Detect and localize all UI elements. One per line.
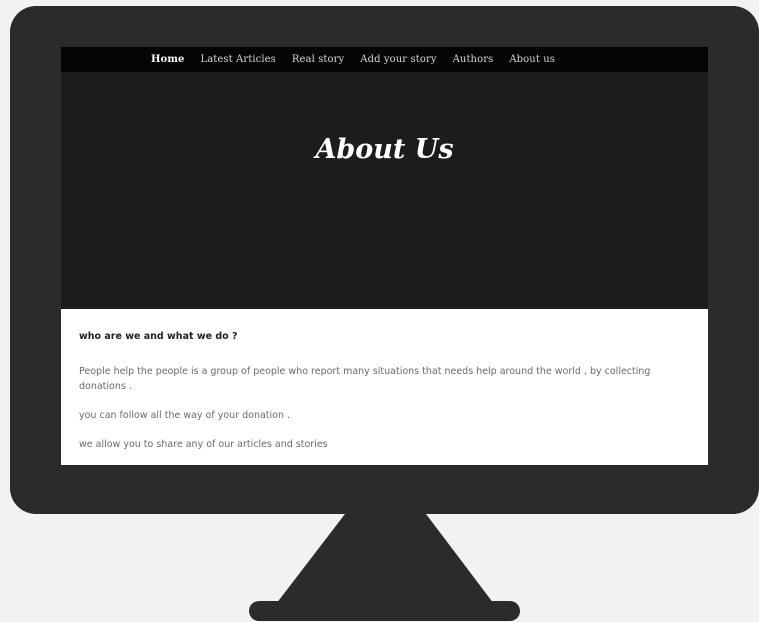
monitor-stand-base — [249, 601, 520, 621]
top-navbar: Home Latest Articles Real story Add your… — [61, 47, 708, 72]
content-paragraph-1: People help the people is a group of peo… — [79, 366, 651, 392]
about-content: who are we and what we do ? People help … — [79, 331, 691, 465]
nav-add-your-story[interactable]: Add your story — [360, 54, 436, 65]
nav-latest-articles[interactable]: Latest Articles — [200, 54, 275, 65]
monitor-screen: Home Latest Articles Real story Add your… — [61, 47, 708, 465]
content-heading: who are we and what we do ? — [79, 331, 238, 342]
hero-banner: About Us — [61, 72, 708, 309]
content-paragraph-2: you can follow all the way of your donat… — [79, 410, 291, 421]
content-paragraph-3: we allow you to share any of our article… — [79, 439, 328, 450]
nav-about-us[interactable]: About us — [509, 54, 555, 65]
nav-home[interactable]: Home — [151, 54, 184, 65]
nav-authors[interactable]: Authors — [453, 54, 494, 65]
page-title: About Us — [315, 134, 454, 165]
nav-real-story[interactable]: Real story — [292, 54, 344, 65]
